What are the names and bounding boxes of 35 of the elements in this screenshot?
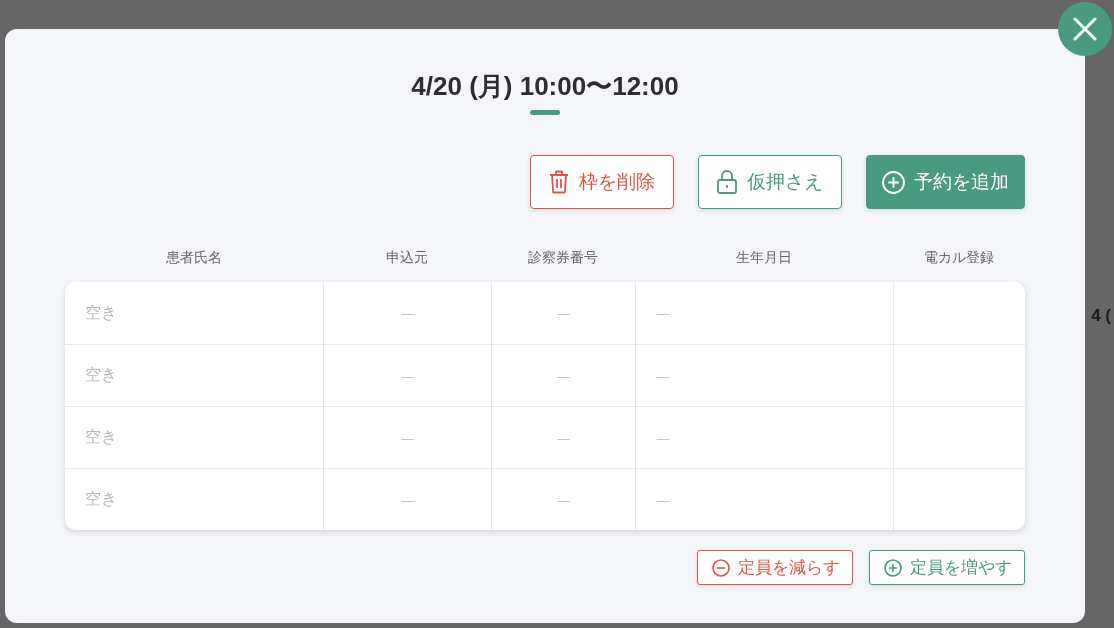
plus-circle-icon [882,170,905,194]
table-cell: — [323,282,491,344]
table-cell: — [491,345,635,406]
title-underline [530,110,560,115]
table-cell: — [323,469,491,530]
table-cell: — [635,407,893,468]
background-text: 4 ( [1091,306,1111,326]
table-cell: — [635,345,893,406]
table-cell-text: 空き [84,364,118,386]
table-cell: — [491,282,635,344]
close-icon [1073,17,1097,41]
primary-action-button[interactable]: 予約を追加 [866,155,1025,209]
decrease-capacity-button[interactable]: 定員を減らす [697,550,853,585]
secondary-action-button[interactable]: 仮押さえ [698,155,842,209]
table-cell-text: 空き [84,426,118,448]
lock-icon [717,170,737,194]
trash-icon [549,170,569,194]
column-header: 生年月日 [736,249,792,267]
table-cell: — [323,407,491,468]
table-cell: — [635,282,893,344]
minus-circle-icon [712,558,730,577]
table-cell: — [491,469,635,530]
increase-capacity-button[interactable]: 定員を増やす [869,550,1025,585]
column-header: 申込元 [386,249,428,267]
column-header: 患者氏名 [166,249,222,267]
plus-circle-icon [884,558,902,577]
table-cell-text: 空き [84,488,118,510]
table-cell-text: 空き [84,301,118,324]
danger-action-button[interactable]: 枠を削除 [530,155,674,209]
column-header: 診察券番号 [528,249,598,267]
table-cell: — [635,469,893,530]
table-cell: — [323,345,491,406]
column-header: 電カル登録 [924,249,994,267]
dialog-title: 4/20 (月) 10:00〜12:00 [411,70,679,103]
table-cell: — [491,407,635,468]
